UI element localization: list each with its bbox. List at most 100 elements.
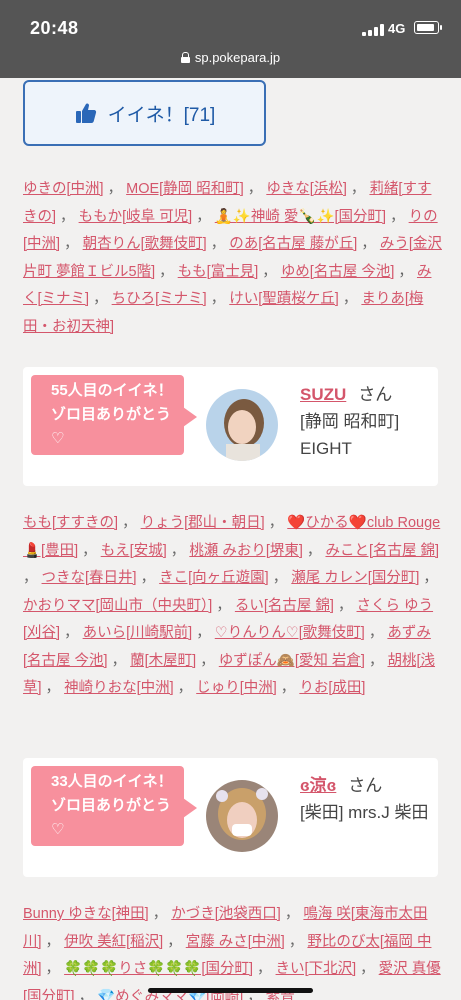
separator: ， — [243, 181, 267, 197]
address-bar[interactable]: sp.pokepara.jp — [0, 50, 461, 65]
separator: ， — [280, 906, 304, 922]
user-link[interactable]: ももか[岐阜 可児] — [79, 209, 193, 225]
user-link[interactable]: ♡りんりん♡[歌舞伎町] — [215, 625, 365, 641]
shop-name: [静岡 昭和町] EIGHT — [300, 412, 400, 458]
lock-icon — [180, 52, 190, 63]
separator: ， — [212, 597, 235, 614]
separator: ， — [60, 236, 83, 252]
user-link[interactable]: みこと[名古屋 錦] — [325, 543, 439, 559]
user-link[interactable]: ちひろ[ミナミ] — [112, 291, 207, 307]
separator: ， — [419, 570, 438, 586]
separator: ， — [163, 933, 186, 950]
separator: ， — [252, 961, 276, 977]
avatar[interactable] — [206, 780, 278, 852]
milestone-bubble: 33人目のイイネ！ゾロ目ありがとう♡ — [31, 766, 197, 846]
separator: ， — [268, 570, 292, 586]
user-link[interactable]: のあ[名古屋 藤が丘] — [229, 236, 357, 252]
separator: ， — [206, 236, 230, 252]
signal-icon — [362, 24, 384, 36]
user-link[interactable]: じゅり[中洲] — [196, 680, 277, 696]
milestone-card: 55人目のイイネ！ゾロ目ありがとう♡ SUZU さん [静岡 昭和町] EIGHT — [23, 367, 438, 486]
user-link[interactable]: りょう[郡山・朝日] — [141, 515, 265, 531]
page-content[interactable]: イイネ！[71] ゆきの[中洲] ， MOE[静岡 昭和町] ， ゆきな[浜松]… — [0, 78, 461, 1000]
home-indicator — [148, 988, 313, 993]
separator: ， — [56, 208, 79, 225]
user-link[interactable]: きこ[向ヶ丘遊園] — [159, 570, 269, 586]
user-link[interactable]: りお[成田] — [299, 680, 365, 696]
milestone-bubble: 55人目のイイネ！ゾロ目ありがとう♡ — [31, 375, 197, 455]
user-link[interactable]: ゆきな[浜松] — [266, 181, 347, 197]
separator: ， — [206, 291, 230, 307]
user-link[interactable]: 桃瀬 みおり[堺東] — [189, 543, 303, 559]
user-link[interactable]: 🧘✨神崎 愛🍾✨[国分町] — [215, 209, 386, 225]
user-link[interactable]: 宮藤 みさ[中洲] — [186, 934, 285, 950]
user-link[interactable]: ゆきの[中洲] — [23, 181, 104, 197]
separator: ， — [136, 570, 160, 586]
separator: ， — [276, 680, 300, 696]
separator: ， — [258, 263, 281, 280]
user-link[interactable]: ゆずぽん🙈[愛知 岩倉] — [219, 653, 365, 669]
user-link[interactable]: MOE[静岡 昭和町] — [126, 181, 244, 197]
like-user-list: ゆきの[中洲] ， MOE[静岡 昭和町] ， ゆきな[浜松] ， 莉緒[すすき… — [23, 176, 443, 341]
separator: ， — [394, 263, 417, 280]
separator: ， — [107, 652, 131, 669]
user-link[interactable]: Bunny ゆきな[神田] — [23, 906, 149, 922]
user-link[interactable]: 🍀🍀🍀りさ🍀🍀🍀[国分町] — [64, 961, 253, 977]
honorific: さん — [358, 385, 393, 404]
user-link[interactable]: もも[すすきの] — [23, 515, 118, 531]
user-link[interactable]: つきな[春日井] — [42, 570, 137, 586]
milestone-card: 33人目のイイネ！ゾロ目ありがとう♡ ɞ涼ɞ さん [柴田] mrs.J 柴田 — [23, 758, 438, 877]
separator: ， — [74, 988, 98, 1000]
separator: ， — [118, 515, 141, 531]
separator: ， — [166, 542, 190, 559]
user-link[interactable]: 蘭[木屋町] — [130, 653, 196, 669]
separator: ， — [78, 542, 101, 559]
user-link[interactable]: 神崎りおな[中洲] — [64, 680, 174, 696]
user-name-link[interactable]: SUZU — [300, 385, 346, 404]
user-info: SUZU さん [静岡 昭和町] EIGHT — [300, 381, 430, 462]
user-link[interactable]: 朝杏りん[歌舞伎町] — [83, 236, 207, 252]
separator: ， — [148, 906, 172, 922]
separator: ， — [89, 291, 112, 307]
user-link[interactable]: 瀬尾 カレン[国分町] — [291, 570, 419, 586]
honorific: さん — [348, 776, 383, 795]
user-name-link[interactable]: ɞ涼ɞ — [300, 776, 336, 795]
separator: ， — [357, 236, 380, 252]
like-button[interactable]: イイネ！[71] — [23, 80, 266, 146]
user-link[interactable]: あいら[川崎駅前] — [83, 625, 193, 641]
status-time: 20:48 — [30, 18, 79, 38]
like-button-label: イイネ！[71] — [107, 104, 216, 126]
like-user-list: Bunny ゆきな[神田] ， かづき[池袋西口] ， 鳴海 咲[東海市太田川]… — [23, 901, 443, 1000]
url-text: sp.pokepara.jp — [194, 50, 281, 65]
user-link[interactable]: かづき[池袋西口] — [171, 906, 281, 922]
separator: ， — [302, 542, 326, 559]
separator: ， — [41, 933, 65, 950]
separator: ， — [41, 961, 65, 977]
separator: ， — [60, 625, 83, 641]
separator: ， — [192, 625, 215, 641]
separator: ， — [356, 961, 379, 977]
like-user-list: もも[すすきの] ， りょう[郡山・朝日] ， ❤️ひかる❤️club Roug… — [23, 510, 443, 703]
status-bar: 20:48 4G sp.pokepara.jp — [0, 0, 461, 78]
user-link[interactable]: もえ[安城] — [101, 543, 167, 559]
user-link[interactable]: ゆめ[名古屋 今池] — [281, 264, 395, 280]
user-link[interactable]: きい[下北沢] — [276, 961, 357, 977]
user-link[interactable]: もも[富士見] — [178, 264, 259, 280]
separator: ， — [346, 181, 370, 197]
user-link[interactable]: かおりママ[岡山市（中央町）] — [23, 598, 212, 614]
battery-icon — [414, 21, 442, 34]
user-link[interactable]: るい[名古屋 錦] — [235, 598, 334, 614]
separator: ， — [23, 570, 42, 586]
separator: ， — [333, 597, 357, 614]
separator: ， — [103, 181, 127, 197]
user-link[interactable]: けい[聖蹟桜ケ丘] — [229, 291, 339, 307]
separator: ， — [364, 652, 388, 669]
separator: ， — [196, 652, 219, 669]
separator: ， — [284, 933, 308, 950]
shop-name: [柴田] mrs.J 柴田 — [300, 803, 429, 822]
separator: ， — [192, 208, 215, 225]
user-link[interactable]: 伊吹 美紅[稲沢] — [64, 934, 163, 950]
thumbs-up-icon — [75, 103, 96, 123]
separator: ， — [41, 680, 65, 696]
avatar[interactable] — [206, 389, 278, 461]
